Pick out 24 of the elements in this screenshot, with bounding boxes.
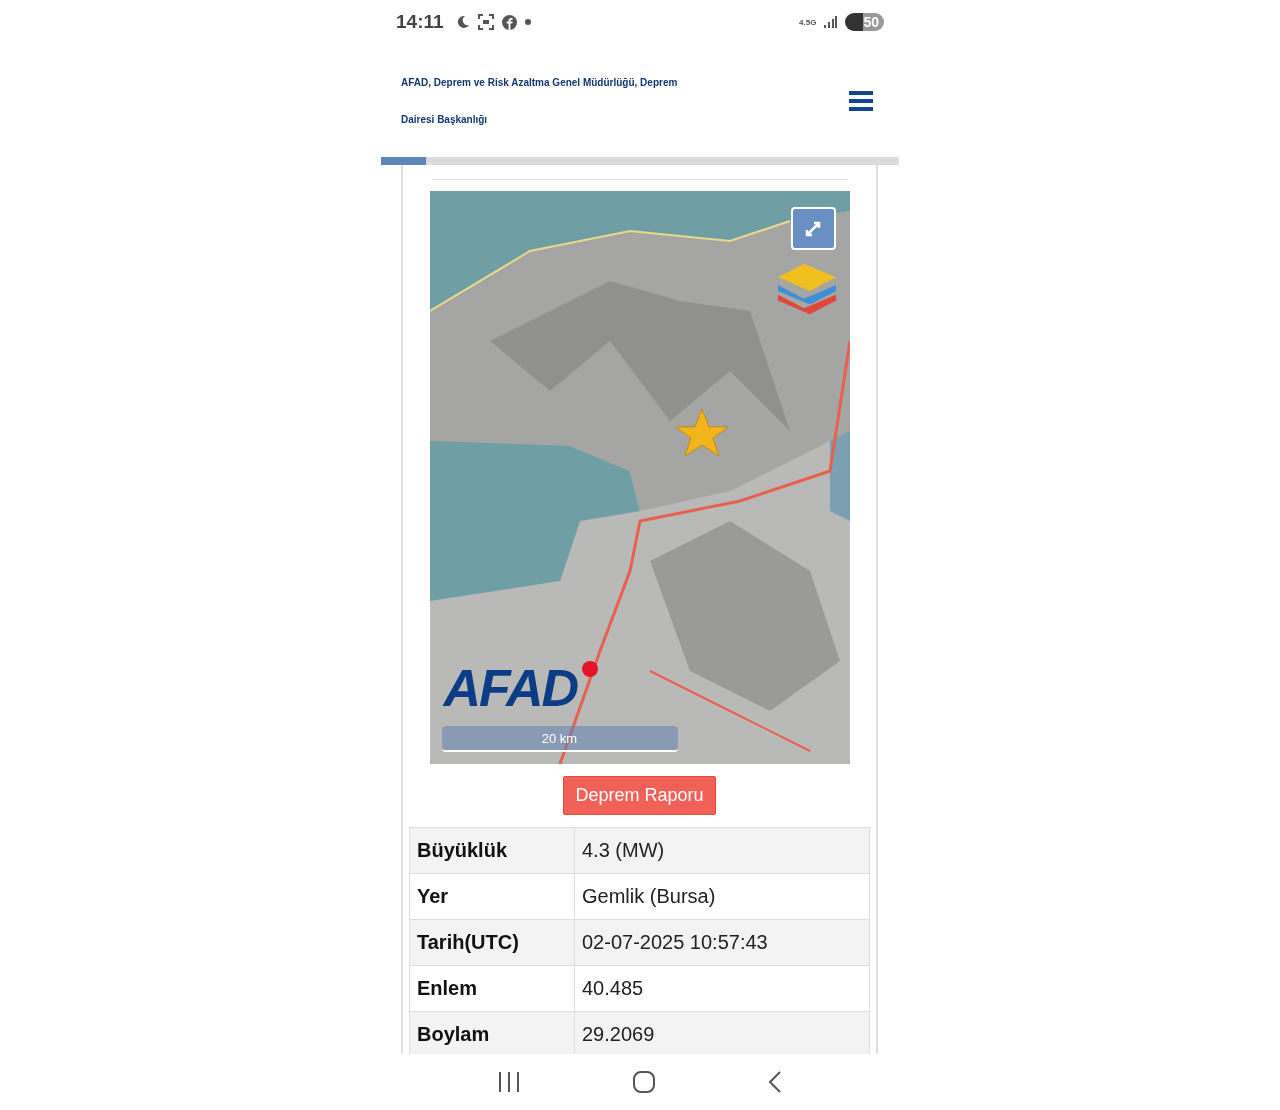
back-icon[interactable] (768, 1071, 783, 1093)
scale-bar: 20 km (441, 726, 678, 752)
table-cell-text: Gemlik (Bursa) (581, 884, 717, 909)
header-title: Dairesi Başkanlığı (401, 113, 489, 125)
header-title: AFAD, Deprem ve Risk Azaltma Genel Müdürlüğü, Deprem (401, 76, 678, 88)
moon-icon (455, 15, 470, 29)
menu-icon[interactable] (849, 90, 873, 111)
status-time: 14:11 (396, 11, 444, 33)
recent-apps-icon[interactable] (497, 1072, 520, 1092)
signal-icon (824, 16, 838, 28)
expand-icon (804, 219, 822, 238)
fullscreen-button[interactable] (790, 207, 836, 250)
report-button[interactable]: Deprem Raporu (563, 776, 716, 815)
battery-indicator: 50 (845, 13, 884, 31)
table-cell-text: 29.2069 (581, 1022, 656, 1047)
screenshot-icon (477, 14, 494, 30)
table-cell-text: 40.485 (581, 976, 645, 1001)
dot-icon (524, 19, 531, 25)
facebook-icon (501, 14, 517, 30)
network-type: 4.5G (799, 17, 817, 27)
table-cell-text: 4.3 (MW) (581, 838, 666, 863)
logo: AFAD (443, 658, 578, 718)
table-cell-text: 02-07-2025 10:57:43 (581, 930, 769, 955)
home-icon[interactable] (633, 1071, 655, 1093)
